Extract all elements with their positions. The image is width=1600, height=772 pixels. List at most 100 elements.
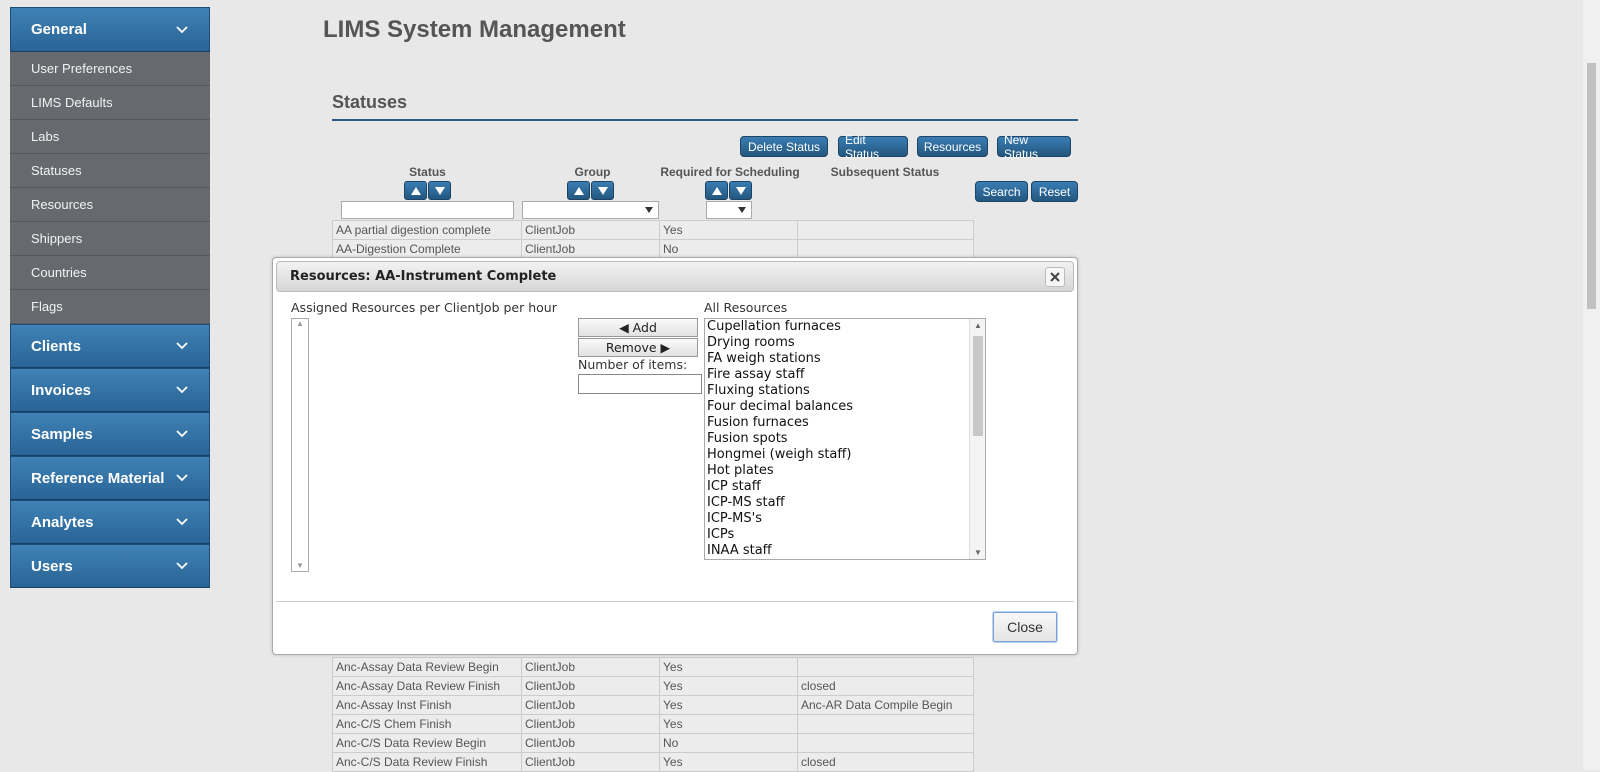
list-item[interactable]: ICPs (705, 527, 969, 543)
list-item[interactable]: ICP staff (705, 479, 969, 495)
table-cell: ClientJob (521, 752, 660, 772)
add-button[interactable]: ◀ Add (578, 318, 698, 337)
sort-asc-button[interactable] (567, 181, 590, 200)
sidebar-item[interactable]: Flags (10, 290, 210, 324)
nav-section[interactable]: Invoices (10, 368, 210, 412)
nav-section[interactable]: Samples (10, 412, 210, 456)
list-item[interactable]: Fusion spots (705, 431, 969, 447)
sort-desc-button[interactable] (591, 181, 614, 200)
table-row[interactable]: Anc-Assay Inst Finish ClientJob Yes Anc-AR … (332, 695, 974, 715)
delete-status-button[interactable]: Delete Status (740, 136, 828, 157)
nav-section-label: Clients (31, 337, 82, 355)
dropdown-arrow-icon (645, 207, 653, 213)
table-row[interactable]: Anc-Assay Data Review Finish ClientJob Yes… (332, 676, 974, 696)
dialog-divider (276, 601, 1074, 602)
list-item[interactable]: Drying rooms (705, 335, 969, 351)
scroll-down-icon[interactable]: ▼ (970, 548, 985, 557)
table-cell (797, 239, 974, 259)
sidebar-item[interactable]: Shippers (10, 222, 210, 256)
group-filter-select[interactable] (522, 201, 659, 219)
scroll-up-icon[interactable]: ▲ (970, 321, 985, 330)
sort-desc-button[interactable] (428, 181, 451, 200)
nav-section[interactable]: Analytes (10, 500, 210, 544)
table-cell: Yes (659, 657, 798, 677)
all-resources-list[interactable]: Cupellation furnaces Drying rooms FA weigh… (704, 318, 986, 560)
table-row[interactable]: Anc-Assay Data Review Begin ClientJob Yes (332, 657, 974, 677)
list-item[interactable]: Cupellation furnaces (705, 319, 969, 335)
sidebar-item[interactable]: Labs (10, 120, 210, 154)
scroll-down-icon[interactable]: ▼ (296, 561, 304, 571)
list-item[interactable]: Fusion furnaces (705, 415, 969, 431)
nav-general-label: General (31, 21, 87, 38)
required-sort (705, 181, 752, 200)
status-sort (404, 181, 451, 200)
sidebar-item[interactable]: Statuses (10, 154, 210, 188)
list-item[interactable]: ICP-MS staff (705, 495, 969, 511)
section-title: Statuses (332, 92, 408, 112)
edit-status-button[interactable]: Edit Status (838, 133, 908, 161)
dialog-titlebar[interactable]: Resources: AA-Instrument Complete (276, 261, 1074, 292)
dialog-title: Resources: AA-Instrument Complete (290, 269, 557, 284)
search-button[interactable]: Search (975, 181, 1028, 202)
table-cell: closed (797, 676, 974, 696)
nav-section[interactable]: Clients (10, 324, 210, 368)
nav-general[interactable]: General (10, 7, 210, 52)
list-item[interactable]: Fluxing stations (705, 383, 969, 399)
table-cell: ClientJob (521, 733, 660, 753)
list-item[interactable]: FA weigh stations (705, 351, 969, 367)
remove-button[interactable]: Remove ▶ (578, 338, 698, 357)
required-filter-select[interactable] (706, 201, 752, 219)
table-cell: AA partial digestion complete (332, 220, 522, 240)
table-cell (797, 657, 974, 677)
number-of-items-label: Number of items: (578, 357, 688, 372)
scroll-up-icon[interactable]: ▲ (296, 319, 304, 329)
table-cell: ClientJob (521, 239, 660, 259)
sidebar-item[interactable]: LIMS Defaults (10, 86, 210, 120)
nav-section[interactable]: Reference Material (10, 456, 210, 500)
table-cell: ClientJob (521, 714, 660, 734)
list-item[interactable]: Hot plates (705, 463, 969, 479)
table-row[interactable]: Anc-C/S Data Review Begin ClientJob No (332, 733, 974, 753)
status-filter-input[interactable] (341, 201, 514, 219)
sort-asc-button[interactable] (705, 181, 728, 200)
new-status-button[interactable]: New Status (997, 133, 1071, 161)
list-item[interactable]: Four decimal balances (705, 399, 969, 415)
all-resources-label: All Resources (704, 300, 788, 315)
nav-sections: Clients Invoices Samples Reference Material… (10, 324, 210, 588)
list-item[interactable]: Fire assay staff (705, 367, 969, 383)
table-row[interactable]: Anc-C/S Data Review Finish ClientJob Yes cl… (332, 752, 974, 772)
sidebar-item[interactable]: Countries (10, 256, 210, 290)
scrollbar-thumb[interactable] (973, 336, 983, 436)
table-cell: ClientJob (521, 676, 660, 696)
sort-asc-button[interactable] (404, 181, 427, 200)
close-icon[interactable] (1045, 266, 1065, 287)
sidebar-item[interactable]: User Preferences (10, 52, 210, 86)
table-cell: Anc-C/S Chem Finish (332, 714, 522, 734)
table-row[interactable]: AA-Digestion Complete ClientJob No (332, 239, 974, 259)
assigned-resources-list[interactable]: ▲ ▼ (291, 318, 309, 572)
resources-button[interactable]: Resources (917, 136, 988, 157)
all-resources-items: Cupellation furnaces Drying rooms FA weigh… (705, 319, 969, 559)
table-row[interactable]: Anc-C/S Chem Finish ClientJob Yes (332, 714, 974, 734)
sort-desc-button[interactable] (729, 181, 752, 200)
list-item[interactable]: ICP-MS's (705, 511, 969, 527)
column-header-status: Status (409, 165, 446, 179)
sidebar-item[interactable]: Resources (10, 188, 210, 222)
close-button[interactable]: Close (993, 612, 1057, 642)
table-cell: ClientJob (521, 695, 660, 715)
list-item[interactable]: INAA staff (705, 543, 969, 559)
page-title: LIMS System Management (323, 16, 626, 43)
nav-section[interactable]: Users (10, 544, 210, 588)
scrollbar-thumb[interactable] (1587, 63, 1596, 309)
section-divider (332, 119, 1078, 121)
reset-button[interactable]: Reset (1031, 181, 1078, 202)
number-of-items-input[interactable] (578, 374, 702, 394)
list-item[interactable]: Hongmei (weigh staff) (705, 447, 969, 463)
table-cell: No (659, 239, 798, 259)
column-header-group: Group (574, 165, 611, 179)
table-row[interactable]: AA partial digestion complete ClientJob Ye… (332, 220, 974, 240)
page-scrollbar[interactable] (1583, 0, 1600, 770)
list-scrollbar[interactable]: ▲ ▼ (969, 319, 985, 559)
table-cell: Yes (659, 220, 798, 240)
table-cell (797, 714, 974, 734)
